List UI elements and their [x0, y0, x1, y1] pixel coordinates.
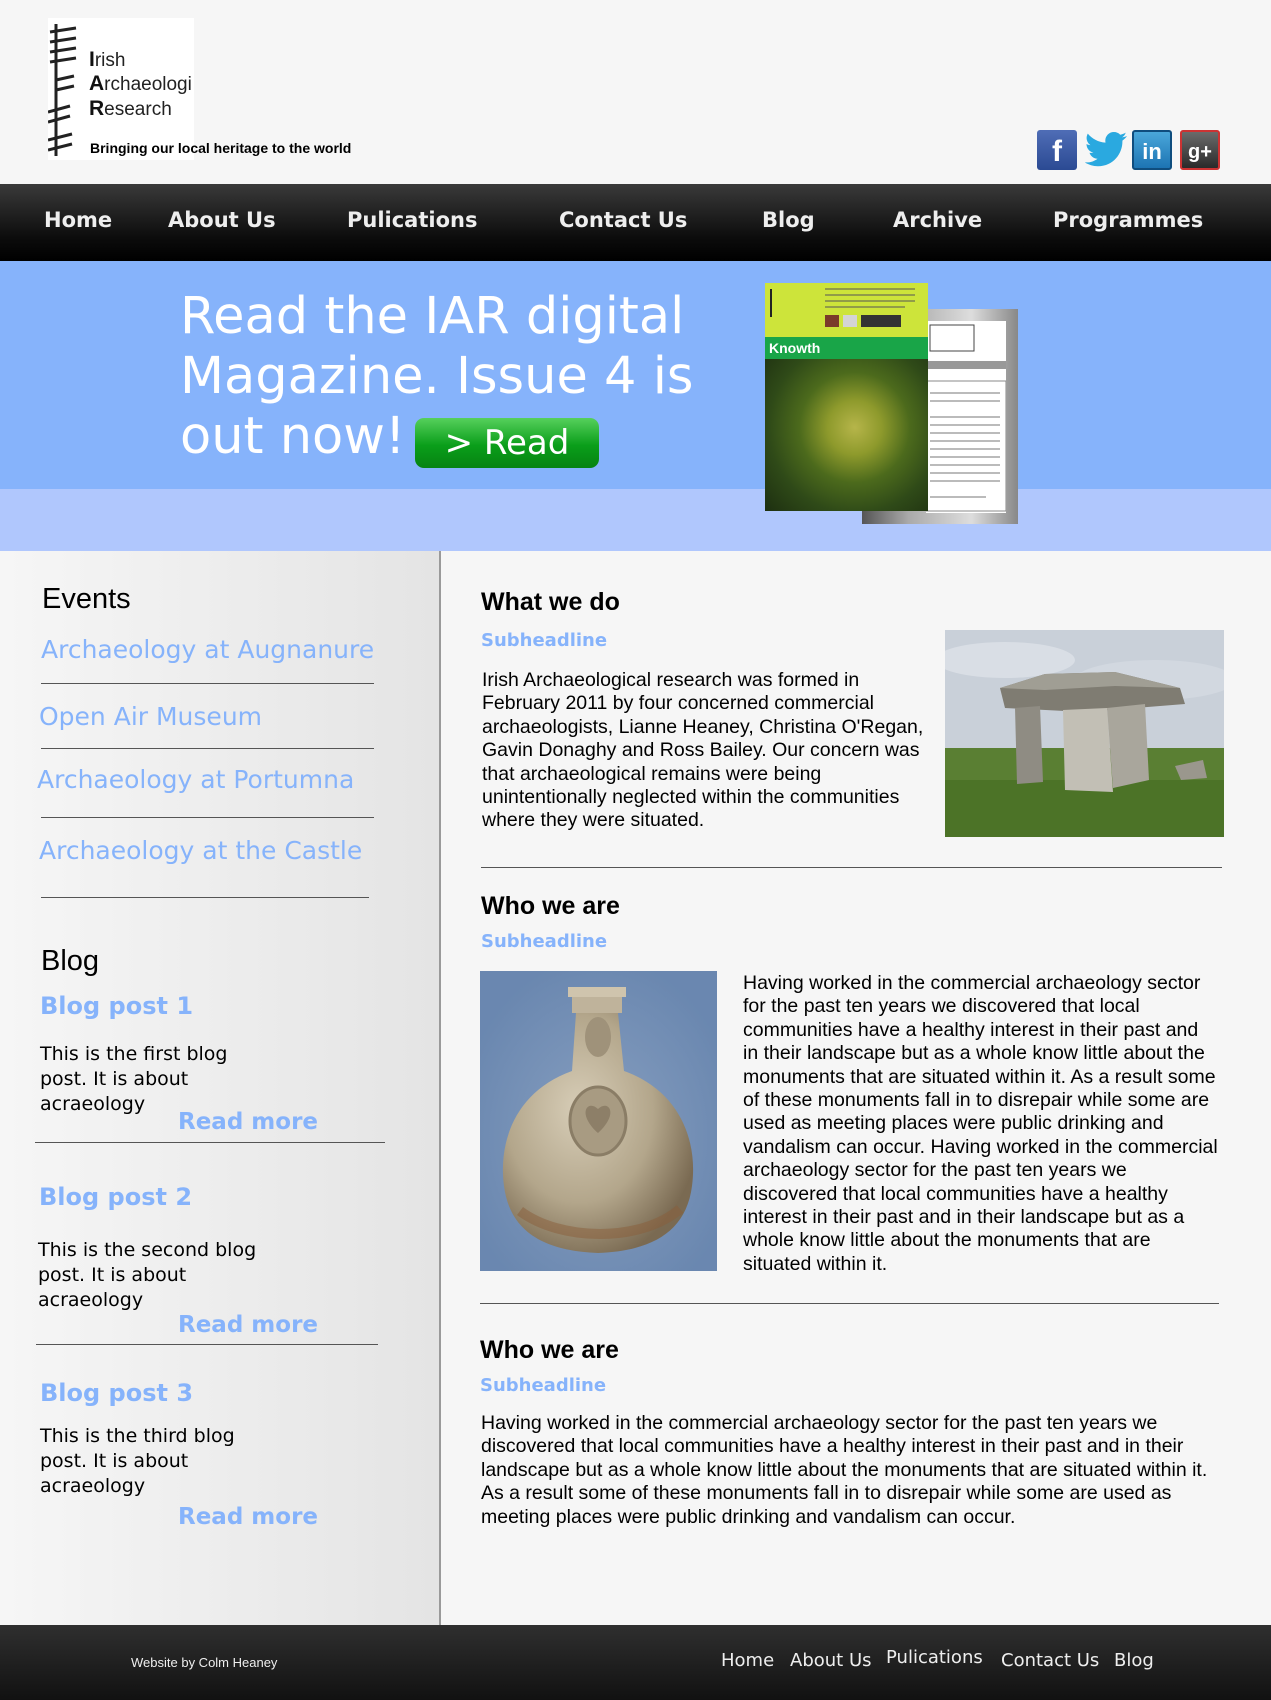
event-link[interactable]: Archaeology at the Castle [39, 836, 362, 865]
site-footer: Website by Colm Heaney Home About Us Pul… [0, 1625, 1271, 1700]
divider [36, 1344, 378, 1345]
divider [41, 817, 374, 818]
blog-post-excerpt: This is the first blog post. It is about… [40, 1043, 228, 1115]
event-link[interactable]: Archaeology at Portumna [37, 765, 354, 794]
dolmen-illustration [945, 630, 1224, 837]
sidebar: Events Archaeology at Augnanure Open Air… [0, 551, 441, 1625]
read-magazine-button[interactable]: > Read [415, 418, 599, 468]
section-subheadline: Subheadline [481, 931, 608, 952]
linkedin-icon[interactable]: in [1132, 130, 1172, 170]
magazine-back-page [925, 321, 1007, 513]
magazine-cover-image[interactable]: Knowth [765, 283, 928, 511]
magazine-cover-title: Knowth [765, 337, 928, 359]
events-heading: Events [42, 583, 131, 615]
nav-contact-us[interactable]: Contact Us [559, 208, 687, 232]
read-more-link[interactable]: Read more [178, 1312, 318, 1338]
section-text: Having worked in the commercial archaeol… [743, 972, 1218, 1275]
read-more-link[interactable]: Read more [178, 1504, 318, 1530]
footer-link-contact-us[interactable]: Contact Us [1001, 1650, 1099, 1671]
logo-text-line: Research [89, 97, 172, 120]
read-more-link[interactable]: Read more [178, 1109, 318, 1135]
divider [41, 748, 374, 749]
nav-programmes[interactable]: Programmes [1053, 208, 1203, 232]
event-link[interactable]: Open Air Museum [39, 702, 262, 731]
google-plus-icon[interactable]: g+ [1180, 130, 1220, 170]
site-header: Irish Archaeologi Research Bringing our … [0, 0, 1271, 184]
banner-line: Read the IAR digital [180, 287, 685, 346]
divider [41, 683, 374, 684]
magazine-cover-photo [765, 359, 928, 511]
footer-link-home[interactable]: Home [721, 1650, 774, 1671]
section-divider [480, 1303, 1219, 1304]
site-tagline: Bringing our local heritage to the world [90, 140, 352, 156]
twitter-icon[interactable] [1084, 130, 1127, 170]
event-link[interactable]: Archaeology at Augnanure [41, 635, 374, 664]
footer-link-publications[interactable]: Pulications [886, 1647, 983, 1668]
footer-link-about-us[interactable]: About Us [790, 1650, 872, 1671]
footer-credit: Website by Colm Heaney [131, 1655, 278, 1670]
logo-text-line: Archaeologi [89, 72, 192, 95]
jug-illustration [480, 971, 717, 1271]
section-heading: Who we are [480, 1336, 619, 1364]
facebook-icon[interactable]: f [1037, 130, 1077, 170]
stoneware-jug-photo [480, 971, 717, 1271]
blog-heading: Blog [41, 945, 100, 977]
section-text: Having worked in the commercial archaeol… [481, 1412, 1208, 1528]
blog-post-excerpt: This is the third blog post. It is about… [40, 1425, 235, 1497]
logo-text-line: Irish [89, 48, 126, 71]
blog-post-title[interactable]: Blog post 3 [40, 1379, 193, 1407]
nav-home[interactable]: Home [44, 208, 112, 232]
ogham-mark-icon [48, 24, 77, 156]
section-text: Irish Archaeological research was formed… [482, 669, 924, 832]
divider [41, 897, 369, 898]
nav-archive[interactable]: Archive [893, 208, 982, 232]
dolmen-photo [945, 630, 1224, 837]
blog-post-title[interactable]: Blog post 1 [40, 992, 193, 1020]
blog-post-excerpt: This is the second blog post. It is abou… [38, 1239, 257, 1311]
nav-publications[interactable]: Pulications [347, 208, 477, 232]
banner-line: Magazine. Issue 4 is [180, 347, 694, 406]
footer-link-blog[interactable]: Blog [1114, 1650, 1154, 1671]
site-logo[interactable]: Irish Archaeologi Research [48, 18, 194, 160]
nav-blog[interactable]: Blog [762, 208, 815, 232]
magazine-text-lines [925, 324, 1007, 512]
divider [35, 1142, 385, 1143]
section-heading: What we do [481, 588, 620, 616]
magazine-banner: Read the IAR digital Magazine. Issue 4 i… [0, 261, 1271, 551]
section-subheadline: Subheadline [481, 630, 608, 651]
twitter-bird-icon [1084, 132, 1127, 167]
section-divider [481, 867, 1222, 868]
nav-about-us[interactable]: About Us [168, 208, 276, 232]
section-heading: Who we are [481, 892, 620, 920]
magazine-cover-header [770, 288, 915, 327]
section-subheadline: Subheadline [480, 1375, 607, 1396]
blog-post-title[interactable]: Blog post 2 [39, 1183, 192, 1211]
main-navigation: Home About Us Pulications Contact Us Blo… [0, 184, 1271, 261]
